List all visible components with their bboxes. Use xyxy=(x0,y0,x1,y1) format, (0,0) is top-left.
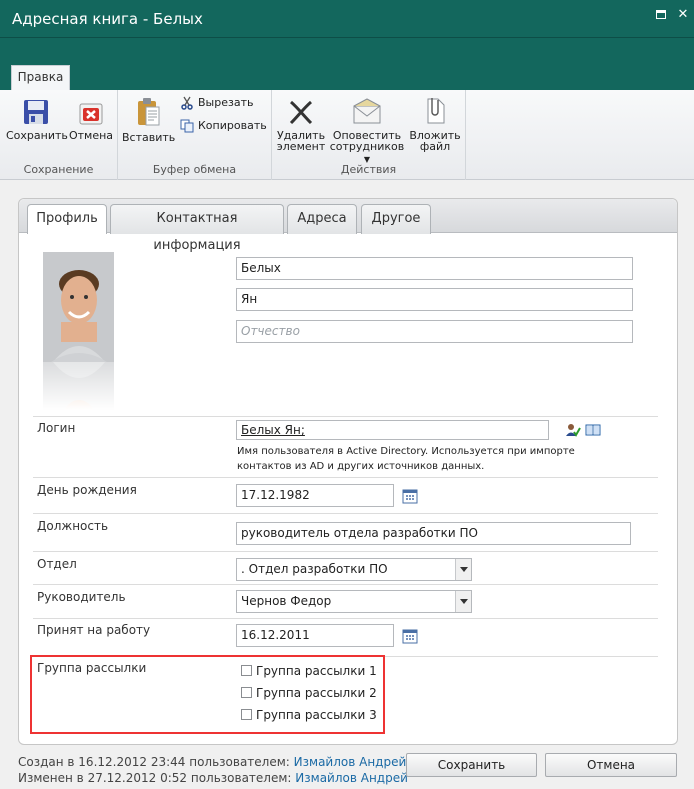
address-book-icon[interactable] xyxy=(585,422,601,438)
separator xyxy=(33,513,658,514)
login-value: Белых Ян; xyxy=(241,423,305,437)
manager-label: Руководитель xyxy=(37,590,126,604)
modified-prefix: Изменен в 27.12.2012 0:52 пользователем: xyxy=(18,771,292,785)
login-help-line2: контактов из AD и других источников данн… xyxy=(237,461,485,472)
close-icon[interactable]: ✕ xyxy=(676,8,690,22)
form-panel: Профиль Контактная информация Адреса Дру… xyxy=(18,198,678,745)
mailing-label: Группа рассылки xyxy=(37,661,147,675)
ribbon-tab-edit[interactable]: Правка xyxy=(11,65,70,90)
ribbon-cut-button[interactable]: Вырезать xyxy=(180,95,253,111)
ribbon-attach-label-2: файл xyxy=(419,140,451,153)
mailing-group-2-checkbox[interactable]: Группа рассылки 2 xyxy=(241,685,377,701)
chevron-down-icon[interactable] xyxy=(455,559,471,580)
login-help-line1: Имя пользователя в Active Directory. Исп… xyxy=(237,446,575,457)
modified-info: Изменен в 27.12.2012 0:52 пользователем:… xyxy=(18,771,408,785)
chevron-down-icon[interactable] xyxy=(455,591,471,612)
ribbon-copy-label: Копировать xyxy=(198,119,267,132)
ribbon-delete-button[interactable]: Удалить элемент xyxy=(276,98,326,152)
delete-x-icon xyxy=(289,100,313,125)
ribbon-paste-label: Вставить xyxy=(122,131,176,144)
form-tabs: Профиль Контактная информация Адреса Дру… xyxy=(19,199,677,253)
clipboard-paste-icon xyxy=(138,98,160,126)
copy-icon xyxy=(180,119,194,133)
ribbon-save-label: Сохранить xyxy=(6,129,68,142)
ribbon-group-actions: Удалить элемент Оповестить сотрудников ▼… xyxy=(272,90,466,180)
ribbon-delete-label-2: элемент xyxy=(276,140,326,153)
ribbon-group-save: Сохранить Отмена Сохранение xyxy=(0,90,118,180)
window-title: Адресная книга - Белых xyxy=(12,10,203,28)
ribbon-notify-button[interactable]: Оповестить сотрудников ▼ xyxy=(328,98,406,165)
ribbon-group-clipboard: Вставить Вырезать Копировать Буфер обмен… xyxy=(118,90,272,180)
check-names-icon[interactable] xyxy=(565,422,581,438)
hired-label: Принят на работу xyxy=(37,623,151,637)
ribbon-copy-button[interactable]: Копировать xyxy=(180,118,267,134)
cancel-x-icon xyxy=(79,103,103,125)
position-label: Должность xyxy=(37,519,109,533)
envelope-icon xyxy=(353,98,381,124)
ribbon-attach-button[interactable]: Вложить файл xyxy=(408,96,462,152)
scissors-icon xyxy=(181,96,193,110)
ribbon-tab-strip: Правка xyxy=(0,38,694,90)
tab-contact-info[interactable]: Контактная информация xyxy=(110,204,284,253)
floppy-disk-icon xyxy=(24,100,48,124)
save-button[interactable]: Сохранить xyxy=(406,753,537,777)
ribbon-paste-button[interactable]: Вставить xyxy=(122,96,176,144)
calendar-icon[interactable] xyxy=(402,488,418,504)
ribbon-group-actions-label: Действия xyxy=(340,163,397,176)
ribbon-group-clipboard-label: Буфер обмена xyxy=(152,163,237,176)
login-label: Логин xyxy=(37,421,76,435)
ribbon-save-button[interactable]: Сохранить xyxy=(6,98,68,142)
maximize-icon[interactable] xyxy=(654,8,668,22)
birthday-label: День рождения xyxy=(37,483,137,497)
separator xyxy=(33,416,658,417)
ribbon-cancel-label: Отмена xyxy=(68,129,114,142)
mailing-group-1-label: Группа рассылки 1 xyxy=(256,664,377,678)
tab-profile[interactable]: Профиль xyxy=(27,204,107,234)
department-select[interactable]: . Отдел разработки ПО xyxy=(236,558,472,581)
attach-file-icon xyxy=(427,98,445,124)
hired-field[interactable]: 16.12.2011 xyxy=(236,624,394,647)
created-user-link[interactable]: Измайлов Андрей xyxy=(294,755,407,769)
ribbon-notify-label-2: сотрудников xyxy=(329,140,405,153)
login-help-text: Имя пользователя в Active Directory. Исп… xyxy=(237,444,597,474)
modified-user-link[interactable]: Измайлов Андрей xyxy=(295,771,408,785)
separator xyxy=(33,477,658,478)
calendar-icon[interactable] xyxy=(402,628,418,644)
mailing-group-3-checkbox[interactable]: Группа рассылки 3 xyxy=(241,707,377,723)
tab-other[interactable]: Другое xyxy=(361,204,431,234)
ribbon-group-save-label: Сохранение xyxy=(23,163,94,176)
created-info: Создан в 16.12.2012 23:44 пользователем:… xyxy=(18,755,406,769)
ribbon: Сохранить Отмена Сохранение Вставить Выр… xyxy=(0,90,694,180)
first-name-field[interactable]: Ян xyxy=(236,288,633,311)
ribbon-cancel-button[interactable]: Отмена xyxy=(66,98,116,141)
birthday-field[interactable]: 17.12.1982 xyxy=(236,484,394,507)
middle-name-field[interactable]: Отчество xyxy=(236,320,633,343)
cancel-button[interactable]: Отмена xyxy=(545,753,677,777)
last-name-field[interactable]: Белых xyxy=(236,257,633,280)
window-titlebar: Адресная книга - Белых ✕ xyxy=(0,0,694,38)
avatar-photo xyxy=(43,252,114,410)
separator xyxy=(33,584,658,585)
mailing-group-2-label: Группа рассылки 2 xyxy=(256,686,377,700)
tab-addresses[interactable]: Адреса xyxy=(287,204,357,234)
ribbon-cut-label: Вырезать xyxy=(198,96,254,109)
login-field[interactable]: Белых Ян; xyxy=(236,420,549,440)
created-prefix: Создан в 16.12.2012 23:44 пользователем: xyxy=(18,755,290,769)
mailing-group-3-label: Группа рассылки 3 xyxy=(256,708,377,722)
separator xyxy=(33,618,658,619)
separator xyxy=(33,551,658,552)
manager-value: Чернов Федор xyxy=(241,594,332,608)
position-field[interactable]: руководитель отдела разработки ПО xyxy=(236,522,631,545)
mailing-group-1-checkbox[interactable]: Группа рассылки 1 xyxy=(241,663,377,679)
department-label: Отдел xyxy=(37,557,77,571)
manager-select[interactable]: Чернов Федор xyxy=(236,590,472,613)
department-value: . Отдел разработки ПО xyxy=(241,562,388,576)
